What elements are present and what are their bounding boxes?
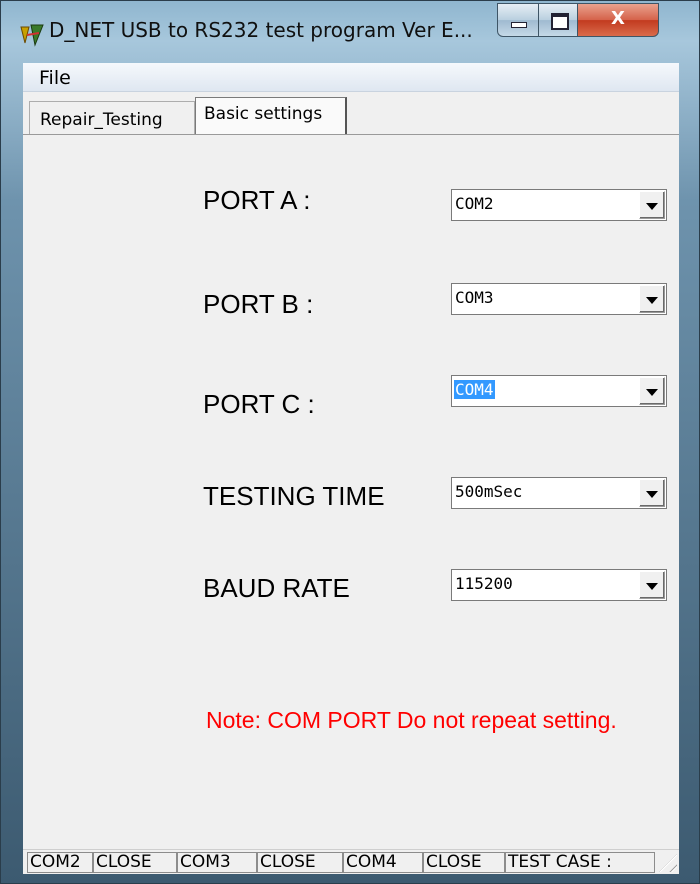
window-title: D_NET USB to RS232 test program Ver E... — [49, 18, 473, 42]
port-a-dropdown-button[interactable] — [639, 191, 665, 219]
port-b-value: COM3 — [455, 288, 494, 307]
status-port-b: COM3 — [177, 852, 257, 873]
tab-repair-testing[interactable]: Repair_Testing — [29, 101, 195, 135]
port-c-value: COM4 — [454, 380, 495, 399]
app-window: D_NET USB to RS232 test program Ver E...… — [0, 0, 700, 884]
port-a-select[interactable]: COM2 — [451, 189, 667, 221]
maximize-icon — [551, 13, 569, 30]
baud-rate-value: 115200 — [455, 574, 513, 593]
chevron-down-icon — [646, 583, 658, 590]
testing-time-dropdown-button[interactable] — [639, 479, 665, 507]
chevron-down-icon — [646, 203, 658, 210]
port-b-dropdown-button[interactable] — [639, 285, 665, 313]
note-text: Note: COM PORT Do not repeat setting. — [206, 707, 617, 733]
testing-time-value: 500mSec — [455, 482, 523, 501]
baud-rate-label: BAUD RATE — [203, 573, 350, 603]
port-a-label: PORT A : — [203, 185, 311, 215]
resize-grip-icon[interactable] — [659, 854, 677, 872]
menu-bar: File — [23, 63, 679, 92]
status-bar: COM2 CLOSE COM3 CLOSE COM4 CLOSE TEST CA… — [23, 849, 679, 874]
tab-basic-settings[interactable]: Basic settings — [195, 97, 347, 135]
port-b-select[interactable]: COM3 — [451, 283, 667, 315]
client-area: File Repair_Testing Basic settings PORT … — [23, 63, 679, 874]
maximize-button[interactable] — [538, 3, 578, 37]
port-c-dropdown-button[interactable] — [639, 377, 665, 405]
port-a-value: COM2 — [455, 194, 494, 213]
port-b-label: PORT B : — [203, 289, 314, 319]
close-icon: X — [611, 8, 625, 29]
chevron-down-icon — [646, 491, 658, 498]
baud-rate-dropdown-button[interactable] — [639, 571, 665, 599]
minimize-button[interactable] — [497, 3, 539, 37]
minimize-icon — [511, 22, 527, 28]
port-c-select[interactable]: COM4 — [451, 375, 667, 407]
chevron-down-icon — [646, 297, 658, 304]
status-port-c-state: CLOSE — [423, 852, 505, 873]
chevron-down-icon — [646, 389, 658, 396]
baud-rate-select[interactable]: 115200 — [451, 569, 667, 601]
status-port-a: COM2 — [27, 852, 93, 873]
status-test-case: TEST CASE : — [505, 852, 655, 873]
title-bar[interactable]: D_NET USB to RS232 test program Ver E...… — [1, 1, 699, 63]
app-logo-icon — [20, 24, 44, 47]
menu-file[interactable]: File — [39, 67, 71, 89]
status-port-b-state: CLOSE — [257, 852, 343, 873]
port-c-label: PORT C : — [203, 389, 315, 419]
close-button[interactable]: X — [577, 3, 659, 37]
status-port-a-state: CLOSE — [93, 852, 177, 873]
testing-time-label: TESTING TIME — [203, 481, 385, 511]
status-port-c: COM4 — [343, 852, 423, 873]
testing-time-select[interactable]: 500mSec — [451, 477, 667, 509]
tab-strip: Repair_Testing Basic settings — [23, 97, 679, 135]
